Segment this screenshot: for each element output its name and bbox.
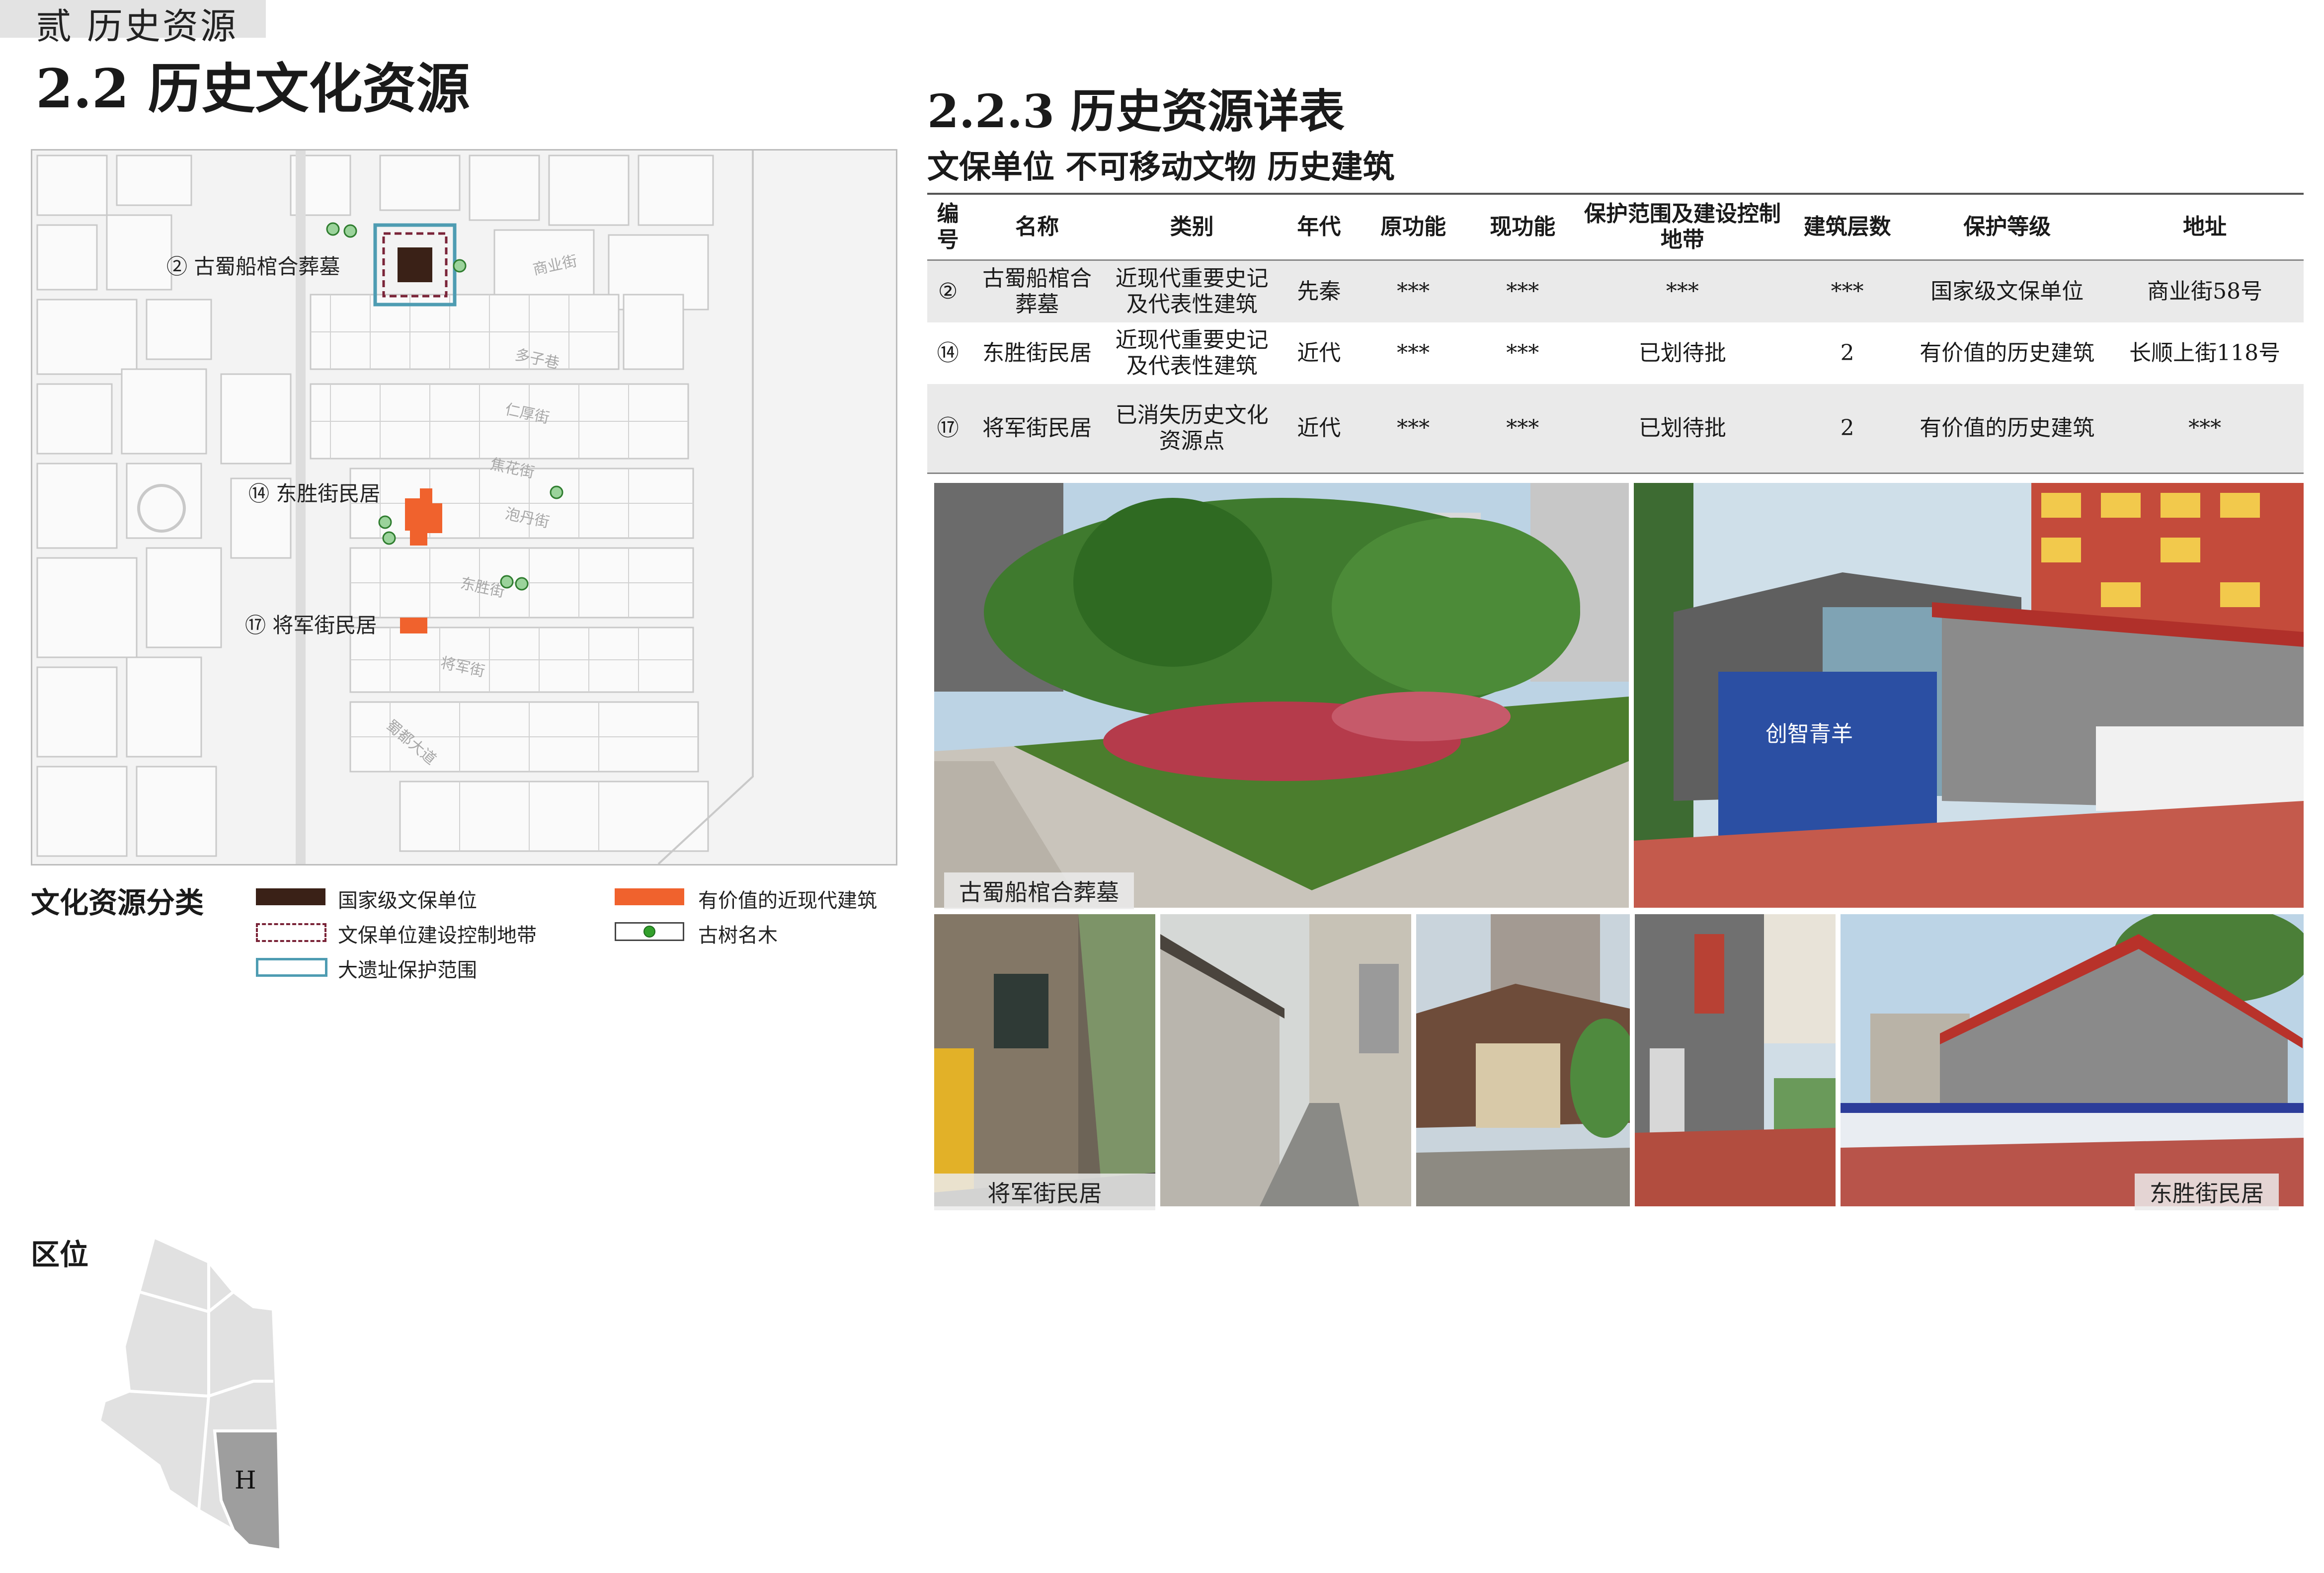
table-cell: *** — [1360, 322, 1467, 384]
table-cell: *** — [1578, 260, 1786, 322]
table-cell: 2 — [1786, 384, 1909, 474]
legend-swatch-modern — [615, 888, 684, 905]
table-cell: ⑰ — [927, 384, 969, 474]
table-header: 类别 — [1106, 193, 1279, 261]
table-cell: 近现代重要史记及代表性建筑 — [1106, 260, 1279, 322]
legend-title: 文化资源分类 — [31, 886, 204, 920]
photo-dongsheng-house — [1841, 914, 2304, 1206]
heritage-table: 编号 名称 类别 年代 原功能 现功能 保护范围及建设控制地带 建筑层数 保护等… — [927, 193, 2304, 474]
table-cell: ⑭ — [927, 322, 969, 384]
table-cell: ② — [927, 260, 969, 322]
table-cell: 近现代重要史记及代表性建筑 — [1106, 322, 1279, 384]
photo-caption-jiangjun: 将军街民居 — [934, 1174, 1155, 1210]
table-cell: 将军街民居 — [968, 384, 1106, 474]
table-cell: 已消失历史文化资源点 — [1106, 384, 1279, 474]
exhibit-sign-text: 创智青羊 — [1765, 721, 1853, 747]
table-header: 地址 — [2106, 193, 2304, 261]
table-cell: 有价值的历史建筑 — [1908, 384, 2106, 474]
table-cell: 已划待批 — [1578, 384, 1786, 474]
location-marker: H — [235, 1466, 256, 1494]
location-title: 区位 — [31, 1238, 89, 1271]
table-cell: 先秦 — [1278, 260, 1360, 322]
category-title: 文保单位 不可移动文物 历史建筑 — [927, 149, 1395, 186]
map-drawing: 商业街 多子巷 仁厚街 焦花街 泡丹街 东胜街 将军街 蜀都大道 ② 古蜀船棺合… — [32, 151, 896, 864]
photo-caption-tomb: 古蜀船棺合葬墓 — [944, 872, 1134, 909]
table-header: 名称 — [968, 193, 1106, 261]
table-header: 现功能 — [1466, 193, 1579, 261]
photo-entrance — [1635, 914, 1836, 1206]
legend-label-site-range: 大遗址保护范围 — [338, 959, 477, 982]
table-header: 保护等级 — [1908, 193, 2106, 261]
legend-label-modern: 有价值的近现代建筑 — [698, 889, 877, 912]
table-cell: 商业街58号 — [2106, 260, 2304, 322]
table-cell: *** — [1466, 384, 1579, 474]
table-cell: 已划待批 — [1578, 322, 1786, 384]
table-header: 保护范围及建设控制地带 — [1578, 193, 1786, 261]
legend-swatch-site-range — [256, 958, 327, 977]
map-label-site17: ⑰ 将军街民居 — [245, 613, 377, 637]
modern-building-17 — [400, 618, 427, 633]
location-map — [97, 1235, 283, 1552]
photo-jiangjun-alley — [934, 914, 1155, 1206]
table-cell: 近代 — [1278, 322, 1360, 384]
map-label-site2: ② 古蜀船棺合葬墓 — [166, 254, 340, 279]
table-cell: 有价值的历史建筑 — [1908, 322, 2106, 384]
table-cell: 国家级文保单位 — [1908, 260, 2106, 322]
site-map: 商业街 多子巷 仁厚街 焦花街 泡丹街 东胜街 将军街 蜀都大道 ② 古蜀船棺合… — [31, 149, 897, 865]
section-title: 2.2 历史文化资源 — [36, 58, 470, 120]
legend-swatch-national — [256, 888, 325, 905]
table-header: 建筑层数 — [1786, 193, 1909, 261]
table-cell: 东胜街民居 — [968, 322, 1106, 384]
photo-alley-houses — [1160, 914, 1411, 1206]
photo-dongsheng-exhibit: 创智青羊 — [1634, 483, 2304, 908]
photo-caption-dongsheng: 东胜街民居 — [2135, 1174, 2279, 1210]
photo-courtyard — [1416, 914, 1630, 1206]
table-cell: *** — [1360, 260, 1467, 322]
table-cell: 长顺上街118号 — [2106, 322, 2304, 384]
tree-icon — [643, 926, 655, 938]
table-row: ② 古蜀船棺合葬墓 近现代重要史记及代表性建筑 先秦 *** *** *** *… — [927, 260, 2304, 322]
table-row: ⑰ 将军街民居 已消失历史文化资源点 近代 *** *** 已划待批 2 有价值… — [927, 384, 2304, 474]
legend-label-national: 国家级文保单位 — [338, 889, 477, 912]
legend-label-tree: 古树名木 — [698, 924, 778, 947]
legend-label-control-zone: 文保单位建设控制地带 — [338, 924, 537, 947]
table-header: 原功能 — [1360, 193, 1467, 261]
table-header: 编号 — [927, 193, 969, 261]
table-row: ⑭ 东胜街民居 近现代重要史记及代表性建筑 近代 *** *** 已划待批 2 … — [927, 322, 2304, 384]
table-cell: 古蜀船棺合葬墓 — [968, 260, 1106, 322]
table-cell: *** — [1466, 260, 1579, 322]
legend-swatch-tree — [615, 922, 684, 941]
table-cell: *** — [2106, 384, 2304, 474]
map-label-site14: ⑭ 东胜街民居 — [248, 481, 380, 506]
table-cell: *** — [1786, 260, 1909, 322]
national-site-block — [398, 247, 432, 282]
table-header-row: 编号 名称 类别 年代 原功能 现功能 保护范围及建设控制地带 建筑层数 保护等… — [927, 193, 2304, 261]
table-cell: 近代 — [1278, 384, 1360, 474]
photo-tomb-garden — [934, 483, 1629, 908]
legend-swatch-control-zone — [256, 923, 326, 942]
table-cell: *** — [1466, 322, 1579, 384]
table-cell: 2 — [1786, 322, 1909, 384]
table-header: 年代 — [1278, 193, 1360, 261]
subsection-title: 2.2.3 历史资源详表 — [927, 84, 1345, 138]
table-cell: *** — [1360, 384, 1467, 474]
chapter-label: 贰 历史资源 — [36, 5, 238, 47]
